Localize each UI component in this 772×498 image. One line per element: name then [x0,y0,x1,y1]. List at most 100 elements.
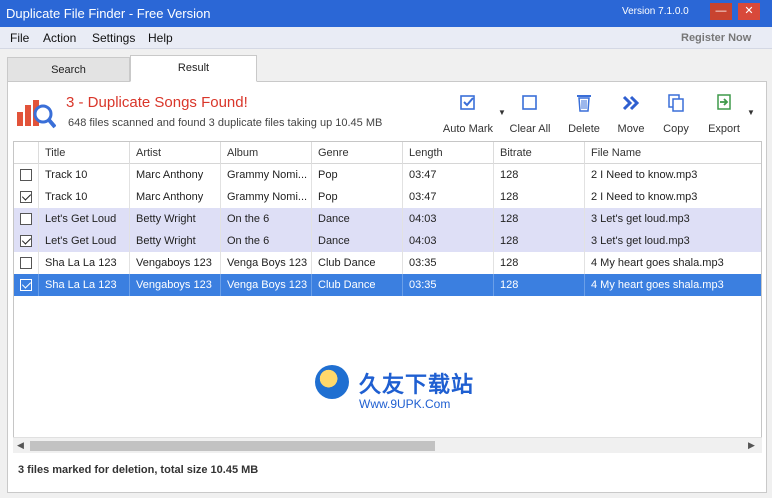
title-bar: Duplicate File Finder - Free Version Ver… [0,0,772,27]
cell-album: Venga Boys 123 [220,252,311,274]
auto-mark-label: Auto Mark [442,123,494,135]
cell-bitrate: 128 [493,208,584,230]
row-checkbox[interactable] [20,191,32,203]
scroll-right-icon[interactable]: ▶ [748,440,755,451]
column-title[interactable]: Title [38,142,129,164]
clear-all-label: Clear All [509,123,551,135]
cell-bitrate: 128 [493,186,584,208]
move-button[interactable]: Move [611,92,651,135]
cell-length: 04:03 [402,230,493,252]
watermark-logo-icon [315,365,349,399]
result-panel: 3 - Duplicate Songs Found! 648 files sca… [7,81,767,493]
cell-genre: Dance [311,230,402,252]
table-header: Title Artist Album Genre Length Bitrate … [14,142,761,164]
table-row[interactable]: Sha La La 123 Vengaboys 123 Venga Boys 123… [14,274,761,296]
move-label: Move [617,123,645,135]
column-length[interactable]: Length [402,142,493,164]
cell-title: Track 10 [38,164,129,186]
export-button[interactable]: Export [703,92,745,135]
cell-bitrate: 128 [493,164,584,186]
export-dropdown-icon[interactable]: ▼ [747,108,755,117]
cell-artist: Betty Wright [129,208,220,230]
row-checkbox[interactable] [20,279,32,291]
cell-bitrate: 128 [493,230,584,252]
empty-checkbox-icon [522,95,537,110]
row-checkbox[interactable] [20,169,32,181]
cell-title: Track 10 [38,186,129,208]
column-bitrate[interactable]: Bitrate [493,142,584,164]
tab-result[interactable]: Result [130,55,257,82]
minimize-button[interactable]: — [710,3,732,20]
cell-length: 03:35 [402,252,493,274]
cell-genre: Pop [311,164,402,186]
cell-album: Venga Boys 123 [220,274,311,296]
cell-file: 2 I Need to know.mp3 [584,186,761,208]
cell-album: Grammy Nomi... [220,186,311,208]
watermark-url: Www.9UPK.Com [359,397,451,411]
watermark-text: 久友下载站 [359,372,475,397]
cell-file: 4 My heart goes shala.mp3 [584,252,761,274]
cell-genre: Pop [311,186,402,208]
table-row[interactable]: Sha La La 123 Vengaboys 123 Venga Boys 123… [14,252,761,274]
export-label: Export [708,123,740,135]
table-row[interactable]: Let's Get Loud Betty Wright On the 6 Dance 0… [14,230,761,252]
cell-genre: Dance [311,208,402,230]
cell-length: 04:03 [402,208,493,230]
menu-help[interactable]: Help [148,31,173,45]
cell-title: Sha La La 123 [38,252,129,274]
menu-action[interactable]: Action [43,31,76,45]
column-file-name[interactable]: File Name [584,142,761,164]
duplicate-headline: 3 - Duplicate Songs Found! [66,94,248,111]
table-row[interactable]: Let's Get Loud Betty Wright On the 6 Dance 0… [14,208,761,230]
double-chevron-icon [622,95,640,111]
cell-length: 03:47 [402,164,493,186]
menu-file[interactable]: File [10,31,29,45]
copy-label: Copy [663,123,689,135]
cell-bitrate: 128 [493,252,584,274]
cell-length: 03:47 [402,186,493,208]
music-search-icon [17,100,56,129]
cell-file: 4 My heart goes shala.mp3 [584,274,761,296]
register-now-link[interactable]: Register Now [681,32,751,44]
trash-icon [577,95,591,112]
cell-file: 3 Let's get loud.mp3 [584,208,761,230]
cell-album: On the 6 [220,230,311,252]
results-table: Title Artist Album Genre Length Bitrate … [13,141,762,453]
auto-mark-dropdown-icon[interactable]: ▼ [498,108,506,117]
status-text: 3 files marked for deletion, total size … [18,464,259,476]
cell-bitrate: 128 [493,274,584,296]
cell-artist: Vengaboys 123 [129,252,220,274]
clear-all-button[interactable]: Clear All [508,92,552,135]
column-genre[interactable]: Genre [311,142,402,164]
scrollbar-thumb[interactable] [30,441,435,451]
cell-artist: Betty Wright [129,230,220,252]
window-title: Duplicate File Finder - Free Version [6,6,211,21]
row-checkbox[interactable] [20,235,32,247]
export-icon [717,94,731,110]
scroll-left-icon[interactable]: ◀ [17,440,24,451]
watermark: 久友下载站 Www.9UPK.Com [279,345,512,436]
column-artist[interactable]: Artist [129,142,220,164]
menu-settings[interactable]: Settings [92,31,135,45]
cell-artist: Marc Anthony [129,164,220,186]
close-button[interactable]: ✕ [738,3,760,20]
cell-file: 3 Let's get loud.mp3 [584,230,761,252]
row-checkbox[interactable] [20,257,32,269]
copy-button[interactable]: Copy [656,92,696,135]
table-row[interactable]: Track 10 Marc Anthony Grammy Nomi... Pop 03:… [14,186,761,208]
cell-genre: Club Dance [311,274,402,296]
cell-genre: Club Dance [311,252,402,274]
menu-bar: File Action Settings Help Register Now [0,27,772,49]
cell-artist: Marc Anthony [129,186,220,208]
row-checkbox[interactable] [20,213,32,225]
cell-album: Grammy Nomi... [220,164,311,186]
tab-search[interactable]: Search [7,57,130,81]
column-album[interactable]: Album [220,142,311,164]
cell-length: 03:35 [402,274,493,296]
auto-mark-button[interactable]: Auto Mark [441,92,495,135]
cell-album: On the 6 [220,208,311,230]
checkbox-icon [460,95,475,110]
delete-button[interactable]: Delete [564,92,604,135]
horizontal-scrollbar[interactable]: ◀ ▶ [13,437,762,453]
table-row[interactable]: Track 10 Marc Anthony Grammy Nomi... Pop 03:… [14,164,761,186]
